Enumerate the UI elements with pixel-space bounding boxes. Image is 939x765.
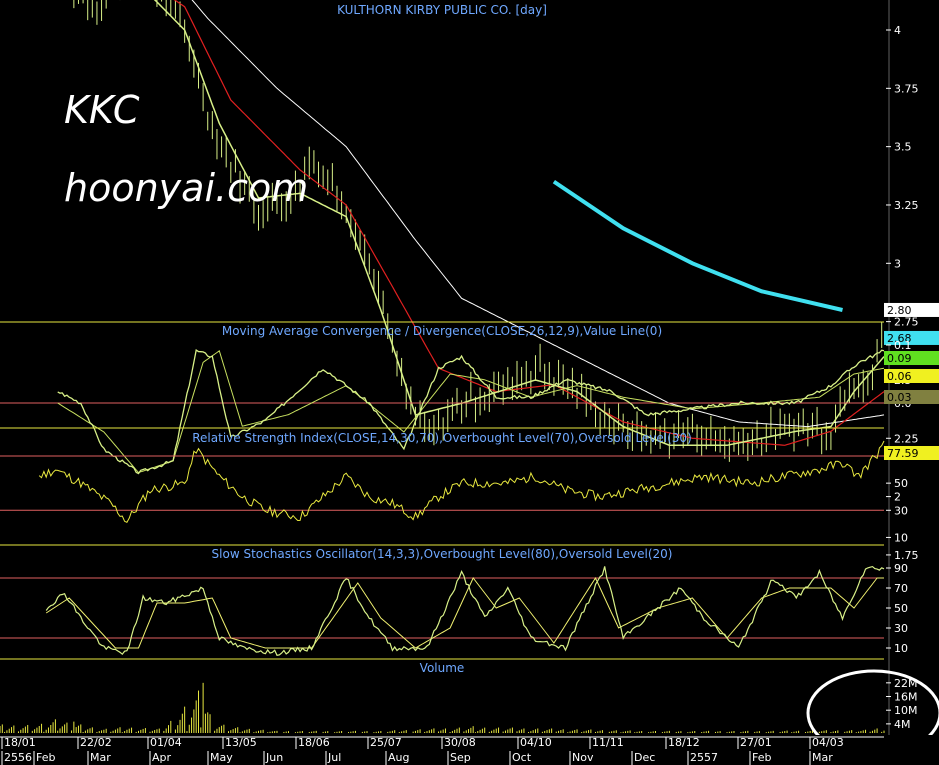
price-axis-tick-label: 3.25: [894, 199, 919, 212]
stock-chart: KULTHORN KIRBY PUBLIC CO. [day] 4 3.75 3.5 3…: [0, 0, 939, 765]
date-label: 22/02: [80, 736, 112, 749]
month-label: Dec: [634, 751, 655, 764]
month-label: 2557: [690, 751, 718, 764]
month-label: Apr: [152, 751, 172, 764]
price-axis-tick-label: 3.5: [894, 141, 912, 154]
chart-background: [0, 0, 939, 765]
price-axis-tick-label: 3: [894, 257, 901, 270]
rsi-tag: 77.59: [887, 447, 919, 460]
date-label: 01/04: [150, 736, 182, 749]
price-tag-280: 2.80: [887, 304, 912, 317]
stoch-axis-tick-label: 50: [894, 602, 908, 615]
price-axis-tick-label: 1.75: [894, 549, 919, 562]
month-label: Feb: [36, 751, 55, 764]
date-label: 18/01: [4, 736, 36, 749]
stoch-axis-tick-label: 10: [894, 642, 908, 655]
price-axis-tick-label: 3.75: [894, 82, 919, 95]
macd-tag-006: 0.06: [887, 370, 912, 383]
price-axis-tick-label: 2.75: [894, 316, 919, 329]
date-label: 27/01: [740, 736, 772, 749]
price-panel-title: KULTHORN KIRBY PUBLIC CO. [day]: [337, 3, 547, 17]
rsi-axis-tick-label: 30: [894, 504, 908, 517]
date-label: 18/12: [668, 736, 700, 749]
month-label: Aug: [388, 751, 409, 764]
month-label: Feb: [752, 751, 771, 764]
ticker-label: KKC: [64, 88, 140, 132]
website-label: hoonyai.com: [64, 166, 309, 210]
month-label: Mar: [812, 751, 833, 764]
volume-axis-tick-label: 16M: [894, 691, 918, 704]
date-label: 13/05: [225, 736, 257, 749]
macd-tag-003: 0.03: [887, 391, 912, 404]
date-label: 30/08: [444, 736, 476, 749]
month-label: May: [210, 751, 233, 764]
month-label: Nov: [572, 751, 594, 764]
price-axis-tick-label: 4: [894, 24, 901, 37]
month-label: Jun: [265, 751, 283, 764]
price-axis-tick-label: 2: [894, 491, 901, 504]
macd-tag-009: 0.09: [887, 352, 912, 365]
macd-axis-tick-label: 0.1: [894, 339, 912, 352]
stoch-axis-tick-label: 90: [894, 562, 908, 575]
date-label: 18/06: [298, 736, 330, 749]
volume-axis-tick-label: 4M: [894, 718, 911, 731]
month-label: Jul: [327, 751, 341, 764]
month-label: Sep: [450, 751, 471, 764]
date-label: 04/10: [520, 736, 552, 749]
month-label: Mar: [90, 751, 111, 764]
date-label: 11/11: [592, 736, 624, 749]
price-axis-tick-label: 2.25: [894, 432, 919, 445]
volume-axis-tick-label: 10M: [894, 704, 918, 717]
month-label: 2556: [4, 751, 32, 764]
volume-panel-title: Volume: [420, 661, 465, 675]
rsi-axis-tick-label: 10: [894, 531, 908, 544]
macd-panel-title: Moving Average Convergence / Divergence(…: [222, 324, 662, 338]
rsi-panel-title: Relative Strength Index(CLOSE,14,30,70),…: [192, 431, 692, 445]
month-label: Oct: [512, 751, 532, 764]
stoch-axis-tick-label: 70: [894, 582, 908, 595]
stoch-axis-tick-label: 30: [894, 622, 908, 635]
stoch-panel-title: Slow Stochastics Oscillator(14,3,3),Over…: [212, 547, 673, 561]
date-label: 25/07: [370, 736, 402, 749]
date-label: 04/03: [812, 736, 844, 749]
rsi-axis-tick-label: 50: [894, 477, 908, 490]
